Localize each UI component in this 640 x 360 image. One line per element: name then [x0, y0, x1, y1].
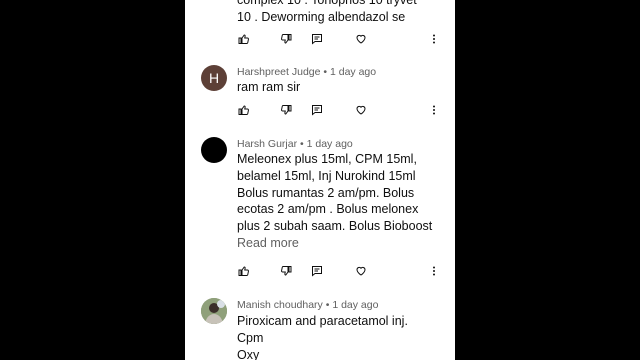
avatar[interactable]: H [201, 65, 227, 91]
comment-meta: Harsh Gurjar • 1 day ago [237, 138, 353, 150]
heart-button[interactable] [354, 103, 368, 117]
dislike-button[interactable] [279, 103, 293, 117]
thumbs-up-icon [238, 34, 249, 44]
read-more-link[interactable]: Read more [237, 235, 442, 252]
heart-icon [356, 105, 366, 115]
comment-text: Piroxicam and paracetamol inj. Cpm Oxy [237, 314, 408, 360]
dislike-button[interactable] [279, 264, 293, 278]
author-name[interactable]: Manish choudhary [237, 299, 323, 311]
more-options-button[interactable] [427, 103, 441, 117]
timestamp[interactable]: 1 day ago [307, 138, 353, 150]
more-options-button[interactable] [427, 264, 441, 278]
timestamp[interactable]: 1 day ago [332, 299, 378, 311]
reply-button[interactable] [310, 103, 324, 117]
reply-button[interactable] [310, 32, 324, 46]
thumbs-down-icon [281, 266, 292, 276]
comment-text: ram ram sir [237, 80, 301, 94]
thumbs-up-icon [238, 266, 249, 276]
author-name[interactable]: Harsh Gurjar [237, 138, 297, 150]
heart-icon [356, 34, 366, 44]
more-vert-icon [433, 34, 435, 44]
avatar-letter: H [208, 70, 220, 86]
comment-actions [237, 264, 447, 280]
comments-panel: complex 10 . Tonophos 10 tryvet 10 . Dew… [185, 0, 455, 360]
avatar[interactable] [201, 137, 227, 163]
comment-actions [237, 103, 447, 119]
more-vert-icon [433, 105, 435, 115]
dislike-button[interactable] [279, 32, 293, 46]
like-button[interactable] [237, 32, 251, 46]
reply-icon [312, 34, 322, 45]
heart-button[interactable] [354, 264, 368, 278]
more-vert-icon [433, 266, 435, 276]
thumbs-down-icon [281, 34, 292, 44]
heart-icon [356, 266, 366, 276]
avatar[interactable] [201, 298, 227, 324]
comment-meta: Manish choudhary • 1 day ago [237, 299, 379, 311]
more-options-button[interactable] [427, 32, 441, 46]
reply-button[interactable] [310, 264, 324, 278]
avatar-photo [201, 298, 227, 324]
timestamp[interactable]: 1 day ago [330, 66, 376, 78]
comment-meta: Harshpreet Judge • 1 day ago [237, 66, 377, 78]
thumbs-down-icon [281, 105, 292, 115]
thumbs-up-icon [238, 105, 249, 115]
like-button[interactable] [237, 264, 251, 278]
like-button[interactable] [237, 103, 251, 117]
reply-icon [312, 105, 322, 116]
heart-button[interactable] [354, 32, 368, 46]
comment-text: complex 10 . Tonophos 10 tryvet 10 . Dew… [237, 0, 417, 24]
reply-icon [312, 266, 322, 277]
author-name[interactable]: Harshpreet Judge [237, 66, 320, 78]
comment-text: Meleonex plus 15ml, CPM 15ml, belamel 15… [237, 151, 442, 252]
comment-actions [237, 32, 447, 48]
